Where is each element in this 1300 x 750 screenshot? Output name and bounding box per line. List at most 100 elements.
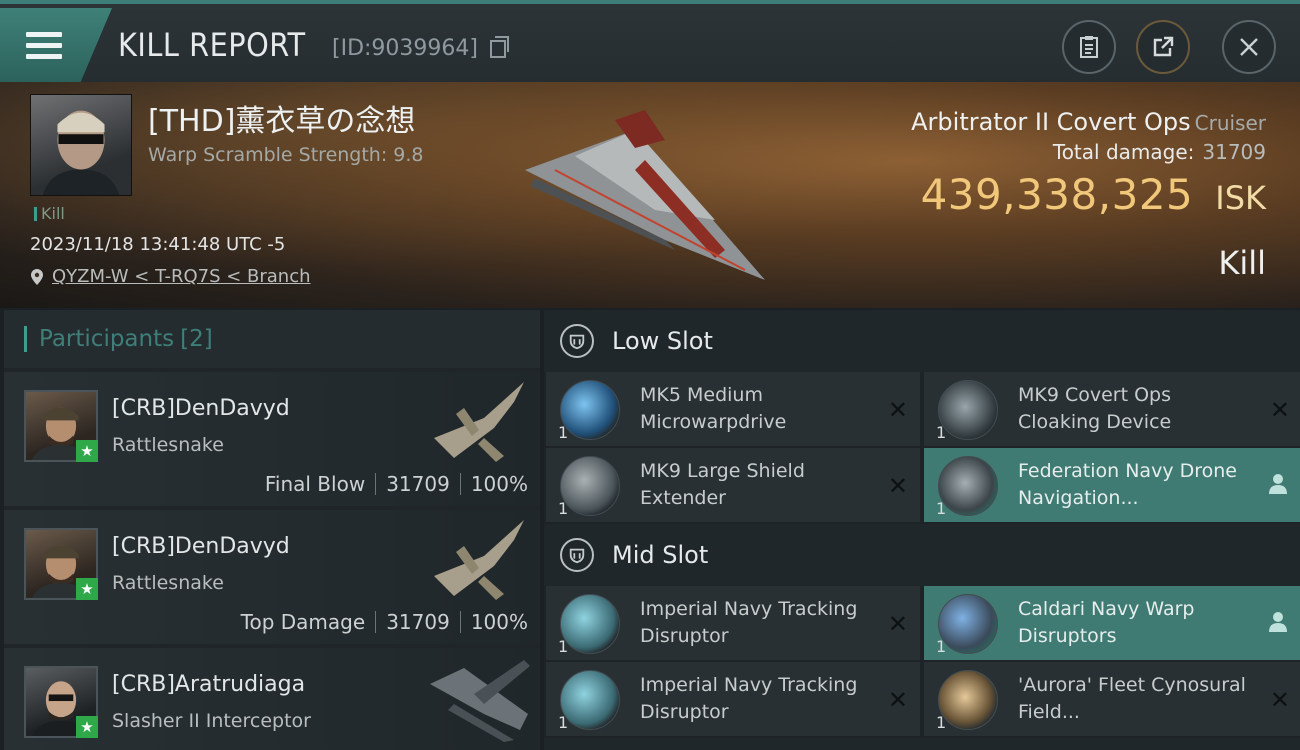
low-slot-header: Low Slot — [544, 310, 1300, 372]
participant-role: Final Blow — [264, 472, 366, 496]
participant-row[interactable]: ★ [CRB]Aratrudiaga Slasher II Intercepto… — [4, 648, 540, 750]
isk-unit: ISK — [1215, 179, 1266, 217]
destroyed-icon: ✕ — [887, 610, 908, 638]
destroyed-icon: ✕ — [887, 396, 908, 424]
corp-star-icon: ★ — [76, 578, 98, 600]
module-item[interactable]: 1 MK9 Large Shield Extender ✕ — [546, 448, 920, 522]
participant-avatar[interactable]: ★ — [24, 390, 98, 462]
module-item[interactable]: 1 Imperial Navy Tracking Disruptor ✕ — [546, 662, 920, 736]
participants-panel: Participants [2] ★ [CRB]DenDavyd Rattles… — [4, 310, 540, 750]
close-button[interactable] — [1222, 20, 1276, 74]
module-name: Federation Navy Drone Navigation... — [1018, 460, 1237, 509]
participant-avatar[interactable]: ★ — [24, 666, 98, 738]
share-button[interactable] — [1136, 20, 1190, 74]
kill-tag: Kill — [34, 204, 65, 223]
participant-ship: Rattlesnake — [112, 434, 224, 456]
module-name: MK5 Medium Microwarpdrive — [640, 384, 787, 433]
result-label: Kill — [1218, 244, 1266, 282]
module-item[interactable]: 1 Federation Navy Drone Navigation... — [924, 448, 1300, 522]
victim-banner: [THD]薰衣草の念想 Warp Scramble Strength: 9.8 … — [0, 82, 1300, 308]
module-quantity: 1 — [936, 637, 947, 656]
victim-name[interactable]: [THD]薰衣草の念想 — [148, 96, 415, 140]
low-slot-title: Low Slot — [612, 327, 713, 355]
microwarpdrive-icon — [560, 380, 620, 440]
participant-name[interactable]: [CRB]DenDavyd — [112, 534, 290, 559]
victim-portrait[interactable] — [30, 94, 132, 196]
participant-row[interactable]: ★ [CRB]DenDavyd Rattlesnake Top Damage 3… — [4, 510, 540, 644]
low-slot-modules: 1 MK5 Medium Microwarpdrive ✕ 1 MK9 Cove… — [544, 372, 1300, 522]
participant-percent: 100% — [470, 610, 528, 634]
mid-slot-icon — [560, 538, 594, 572]
clipboard-icon — [1080, 36, 1098, 58]
participant-damage: 31709 — [386, 472, 450, 496]
isk-amount: 439,338,325 — [920, 170, 1194, 219]
destroyed-icon: ✕ — [1269, 396, 1290, 424]
tracking-disruptor-icon — [560, 670, 620, 730]
copy-icon[interactable] — [490, 36, 509, 58]
shield-extender-icon — [560, 456, 620, 516]
total-damage-label: Total damage: — [1052, 140, 1195, 164]
menu-button[interactable] — [0, 8, 112, 82]
ship-name-text: Arbitrator II Covert Ops — [911, 108, 1191, 136]
destroyed-icon: ✕ — [887, 686, 908, 714]
module-name: MK9 Large Shield Extender — [640, 460, 805, 509]
module-item[interactable]: 1 MK5 Medium Microwarpdrive ✕ — [546, 372, 920, 446]
module-item[interactable]: 1 Imperial Navy Tracking Disruptor ✕ — [546, 586, 920, 660]
tracking-disruptor-icon — [560, 594, 620, 654]
module-item[interactable]: 1 Caldari Navy Warp Disruptors — [924, 586, 1300, 660]
participants-label: Participants — [39, 326, 175, 352]
module-name: Caldari Navy Warp Disruptors — [1018, 598, 1195, 647]
participant-row[interactable]: ★ [CRB]DenDavyd Rattlesnake Final Blow 3… — [4, 372, 540, 506]
header-accent — [24, 326, 27, 352]
location-pin-icon — [31, 268, 43, 285]
module-item[interactable]: 1 MK9 Covert Ops Cloaking Device ✕ — [924, 372, 1300, 446]
report-id: [ID:9039964] — [332, 36, 478, 61]
victim-avatar — [42, 110, 120, 195]
corp-star-icon: ★ — [76, 716, 98, 738]
module-quantity: 1 — [558, 637, 569, 656]
stats-divider — [375, 611, 377, 633]
participants-header: Participants [2] — [4, 310, 540, 368]
close-icon — [1240, 38, 1258, 56]
participant-percent: 100% — [470, 472, 528, 496]
location-link[interactable]: QYZM-W < T-RQ7S < Branch — [52, 266, 311, 287]
stats-divider — [459, 611, 461, 633]
participant-damage: 31709 — [386, 610, 450, 634]
warp-scramble-strength: Warp Scramble Strength: 9.8 — [148, 144, 424, 166]
total-damage-value: 31709 — [1202, 140, 1266, 164]
participant-stats: Final Blow 31709 100% — [265, 472, 528, 496]
module-quantity: 1 — [558, 423, 569, 442]
low-slot-icon — [560, 324, 594, 358]
total-damage: Total damage: 31709 — [1053, 140, 1266, 164]
participant-name[interactable]: [CRB]Aratrudiaga — [112, 672, 305, 697]
module-quantity: 1 — [558, 713, 569, 732]
cloaking-device-icon — [938, 380, 998, 440]
participant-avatar[interactable]: ★ — [24, 528, 98, 600]
participant-ship: Rattlesnake — [112, 572, 224, 594]
participant-ship-image — [434, 520, 524, 600]
module-quantity: 1 — [936, 499, 947, 518]
participant-ship-image — [434, 382, 524, 462]
drone-navigation-icon — [938, 456, 998, 516]
module-quantity: 1 — [936, 713, 947, 732]
participant-name[interactable]: [CRB]DenDavyd — [112, 396, 290, 421]
participant-ship-image — [430, 660, 530, 742]
module-name: MK9 Covert Ops Cloaking Device — [1018, 384, 1172, 433]
user-icon — [1269, 612, 1287, 632]
next-slot-header — [544, 738, 1300, 750]
participant-role: Top Damage — [240, 610, 366, 634]
module-quantity: 1 — [936, 423, 947, 442]
warp-disruptor-icon — [938, 594, 998, 654]
destroyed-icon: ✕ — [887, 472, 908, 500]
user-icon — [1269, 474, 1287, 494]
page-title: KILL REPORT — [118, 26, 306, 64]
module-item[interactable]: 1 'Aurora' Fleet Cynosural Field... ✕ — [924, 662, 1300, 736]
destroyed-icon: ✕ — [1269, 686, 1290, 714]
isk-value: 439,338,325 ISK — [921, 170, 1266, 219]
hamburger-icon — [26, 32, 62, 60]
clipboard-button[interactable] — [1062, 20, 1116, 74]
mid-slot-title: Mid Slot — [612, 541, 709, 569]
victim-ship-name[interactable]: Arbitrator II Covert Ops Cruiser — [911, 108, 1266, 136]
kill-location[interactable]: QYZM-W < T-RQ7S < Branch — [30, 266, 311, 287]
mid-slot-modules: 1 Imperial Navy Tracking Disruptor ✕ 1 C… — [544, 586, 1300, 736]
